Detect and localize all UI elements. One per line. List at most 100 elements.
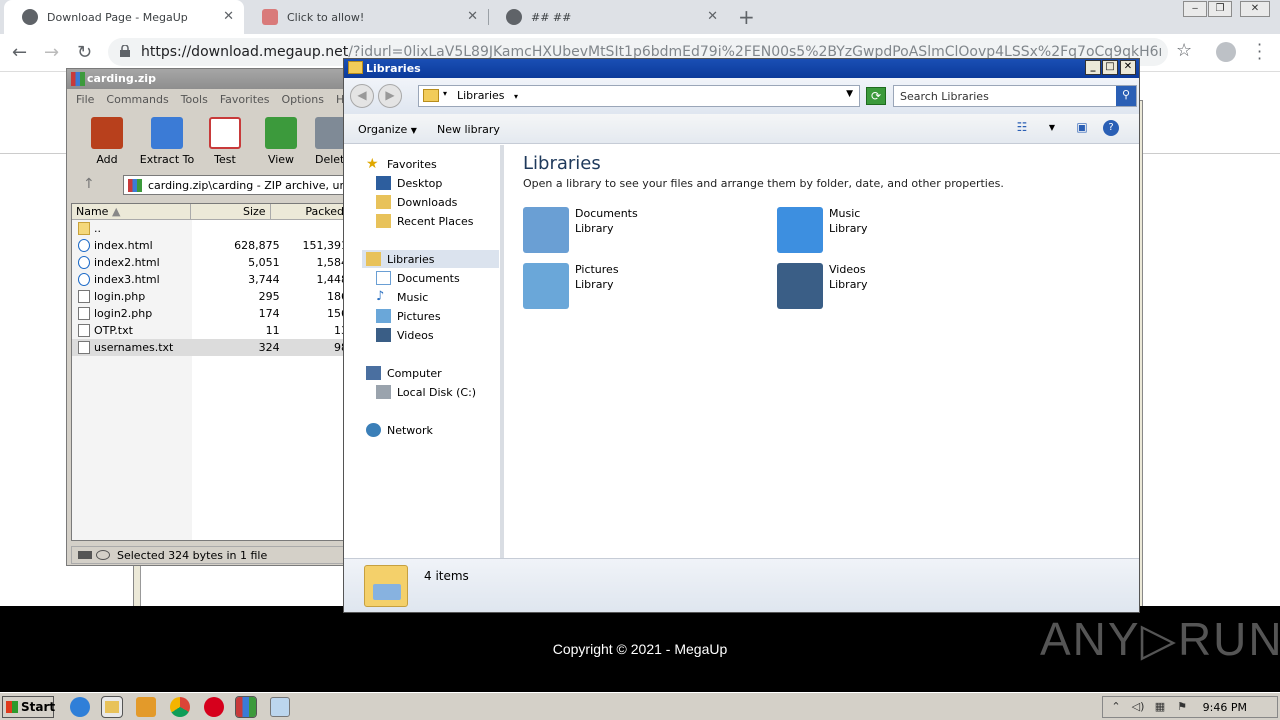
file-row[interactable]: login2.php 174 156	[72, 305, 348, 322]
extract-to-button[interactable]: Extract To	[139, 117, 195, 166]
back-icon[interactable]: ←	[12, 42, 27, 63]
address-box[interactable]: ▾ Libraries ▾ ▼	[418, 85, 860, 107]
close-icon[interactable]: ✕	[707, 9, 718, 24]
library-pictures[interactable]: Pictures Library	[523, 263, 619, 309]
menu-options[interactable]: Options	[282, 93, 324, 109]
nav-label: Documents	[397, 271, 460, 285]
new-tab-button[interactable]: +	[738, 5, 755, 29]
library-kind: Library	[575, 222, 614, 235]
address-dropdown-icon[interactable]: ▼	[846, 89, 853, 99]
book-icon	[265, 117, 297, 149]
nav-documents[interactable]: Documents	[376, 269, 460, 287]
chevron-down-icon: ▼	[410, 126, 417, 135]
details-pane: 4 items	[344, 558, 1139, 612]
explorer-taskbar-button[interactable]	[101, 696, 123, 718]
winrar-path-bar: ↑ carding.zip\carding - ZIP archive, unp…	[73, 173, 349, 197]
media-player-icon[interactable]	[136, 697, 156, 717]
nav-music[interactable]: ♪ Music	[376, 288, 428, 306]
window-title: carding.zip	[87, 72, 156, 85]
tab-download-page[interactable]: Download Page - MegaUp ✕	[4, 0, 244, 34]
archive-path[interactable]: carding.zip\carding - ZIP archive, unpac…	[123, 175, 349, 195]
file-row[interactable]: index2.html 5,051 1,584	[72, 254, 348, 271]
close-icon[interactable]: ✕	[223, 9, 234, 24]
checklist-icon	[209, 117, 241, 149]
chevron-down-icon[interactable]: ▾	[514, 92, 518, 101]
search-icon[interactable]: ⚲	[1116, 86, 1136, 106]
breadcrumb-arrow-icon[interactable]: ▾	[443, 89, 447, 98]
library-documents[interactable]: Documents Library	[523, 207, 638, 253]
nav-desktop[interactable]: Desktop	[376, 174, 442, 192]
opera-icon[interactable]	[204, 697, 224, 717]
chevron-down-icon[interactable]: ▼	[1043, 120, 1061, 136]
nav-downloads[interactable]: Downloads	[376, 193, 457, 211]
column-packed[interactable]: Packed	[271, 204, 348, 219]
menu-dots-icon[interactable]: · · ·	[1257, 37, 1262, 67]
file-row[interactable]: OTP.txt 11 13	[72, 322, 348, 339]
menu-file[interactable]: File	[76, 93, 94, 109]
file-row[interactable]: index3.html 3,744 1,448	[72, 271, 348, 288]
minimize-button[interactable]: ‒	[1183, 1, 1207, 17]
file-row[interactable]: ..	[72, 220, 348, 237]
volume-icon[interactable]: ◁)	[1131, 700, 1145, 714]
column-name[interactable]: Name ▲	[72, 204, 192, 219]
tray-expand-icon[interactable]: ⌃	[1109, 700, 1123, 714]
add-button[interactable]: Add	[79, 117, 135, 166]
action-center-flag-icon[interactable]: ⚑	[1175, 700, 1189, 714]
view-button[interactable]: View	[253, 117, 309, 166]
forward-icon[interactable]: →	[44, 42, 59, 63]
back-icon[interactable]: ◀	[350, 84, 374, 108]
file-row-selected[interactable]: usernames.txt 324 98	[72, 339, 348, 356]
clock[interactable]: 9:46 PM	[1203, 701, 1247, 714]
minimize-button[interactable]: _	[1085, 60, 1101, 75]
file-row[interactable]: login.php 295 186	[72, 288, 348, 305]
nav-pictures[interactable]: Pictures	[376, 307, 441, 325]
reload-icon[interactable]: ↻	[77, 42, 92, 63]
network-tray-icon[interactable]: ▦	[1153, 700, 1167, 714]
menu-commands[interactable]: Commands	[106, 93, 168, 109]
forward-icon[interactable]: ▶	[378, 84, 402, 108]
explorer-title-bar[interactable]: Libraries _ □ ✕	[344, 59, 1139, 78]
up-arrow-icon[interactable]: ↑	[83, 176, 95, 192]
nav-computer[interactable]: Computer	[366, 364, 442, 382]
notepad-icon[interactable]	[270, 697, 290, 717]
organize-button[interactable]: Organize ▼	[358, 123, 417, 136]
address-text: Libraries	[457, 89, 505, 102]
file-row[interactable]: index.html 628,875 151,391	[72, 237, 348, 254]
refresh-icon[interactable]: ⟳	[866, 87, 886, 105]
search-input[interactable]: Search Libraries ⚲	[893, 85, 1137, 107]
nav-videos[interactable]: Videos	[376, 326, 434, 344]
nav-favorites[interactable]: ★ Favorites	[366, 155, 437, 173]
change-view-icon[interactable]: ☷	[1013, 120, 1031, 136]
test-button[interactable]: Test	[197, 117, 253, 166]
maximize-button[interactable]: □	[1102, 60, 1118, 75]
library-videos[interactable]: Videos Library	[777, 263, 867, 309]
start-button[interactable]: Start	[2, 696, 55, 718]
nav-label: Recent Places	[397, 214, 474, 228]
close-button[interactable]: ✕	[1120, 60, 1136, 75]
tab-hash[interactable]: ## ## ✕	[488, 0, 728, 34]
internet-explorer-icon[interactable]	[70, 697, 90, 717]
profile-avatar[interactable]	[1216, 42, 1236, 62]
nav-libraries[interactable]: Libraries	[362, 250, 499, 268]
tab-click-to-allow[interactable]: Click to allow! ✕	[244, 0, 488, 34]
nav-recent-places[interactable]: Recent Places	[376, 212, 474, 230]
column-size[interactable]: Size	[191, 204, 271, 219]
nav-network[interactable]: Network	[366, 421, 433, 439]
library-music[interactable]: Music Library	[777, 207, 867, 253]
winrar-title-bar[interactable]: carding.zip	[67, 69, 347, 89]
menu-tools[interactable]: Tools	[181, 93, 208, 109]
help-icon[interactable]: ?	[1103, 120, 1119, 136]
winrar-taskbar-button[interactable]	[235, 696, 257, 718]
restore-button[interactable]: ❐	[1208, 1, 1232, 17]
chrome-icon[interactable]	[170, 697, 190, 717]
nav-local-disk[interactable]: Local Disk (C:)	[376, 383, 476, 401]
bookmark-star-icon[interactable]: ☆	[1176, 40, 1192, 61]
nav-label: Pictures	[397, 309, 441, 323]
menu-favorites[interactable]: Favorites	[220, 93, 270, 109]
close-button[interactable]: ✕	[1240, 1, 1270, 17]
new-library-button[interactable]: New library	[437, 123, 500, 136]
explorer-address-row: ◀ ▶ ▾ Libraries ▾ ▼ ⟳ Search Libraries ⚲	[344, 78, 1139, 114]
close-icon[interactable]: ✕	[467, 9, 478, 24]
anyrun-watermark: ANY▷RUN	[1040, 613, 1280, 665]
preview-pane-icon[interactable]: ▣	[1073, 120, 1091, 136]
